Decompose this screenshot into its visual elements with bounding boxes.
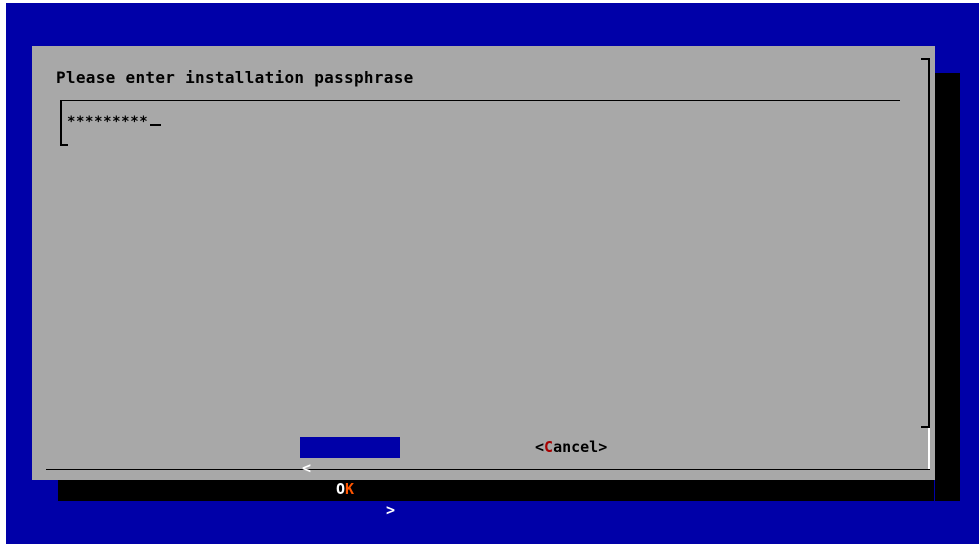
dialog-frame-right [928,58,930,428]
text-cursor [150,124,162,126]
cancel-label-rest: ancel [553,438,599,456]
dialog-shadow [58,478,934,501]
dialog-frame-bottom [46,469,930,470]
input-frame-left [60,100,62,146]
dialog-prompt: Please enter installation passphrase [56,68,414,87]
cancel-button[interactable]: <Cancel> [535,437,607,458]
passphrase-input[interactable]: ********* [67,114,162,130]
cancel-hotkey: C [544,438,554,456]
passphrase-dialog [32,46,935,480]
ok-left-bracket: < [302,459,312,477]
ok-button[interactable]: < OK > [300,437,400,519]
cancel-open-bracket: < [535,438,545,456]
ok-label-prefix: O [336,480,346,498]
ok-hotkey: K [345,480,355,498]
input-frame-top [60,100,900,101]
dialog-shadow-right [935,73,960,501]
ok-right-bracket: > [386,501,396,519]
input-frame-corner [60,144,68,146]
dialog-frame-corner-top [921,58,930,60]
passphrase-masked-value: ********* [67,114,149,130]
cancel-close-bracket: > [598,438,608,456]
ok-label: OK [336,479,354,500]
dialog-frame-right-lower [928,428,930,470]
